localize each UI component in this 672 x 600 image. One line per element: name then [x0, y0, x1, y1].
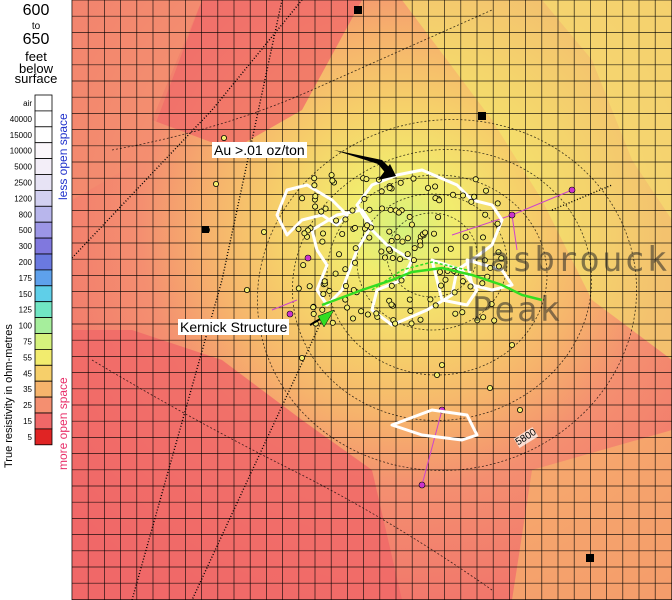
scale-label: 1200 [14, 194, 32, 203]
scale-swatch [34, 285, 53, 303]
scale-swatch [34, 269, 53, 287]
scale-swatch [34, 317, 53, 334]
scale-swatch [34, 396, 53, 414]
scale-label: 35 [23, 385, 32, 394]
resistivity-scale: air 40000 15000 10000 5000 2500 1200 800 500 300 2… [10, 94, 53, 446]
scale-swatch [34, 221, 53, 239]
scale-swatch [34, 94, 53, 112]
scale-label: 125 [19, 306, 33, 315]
scale-label: 10000 [10, 147, 33, 156]
scale-label: 300 [19, 242, 33, 251]
scale-label: 45 [23, 369, 32, 378]
scale-label: 200 [19, 258, 33, 267]
scale-swatch [34, 237, 53, 255]
scale-swatch [34, 428, 53, 446]
scale-label: 800 [19, 210, 33, 219]
scale-swatch [34, 142, 53, 159]
more-open-space-label: more open space [56, 377, 70, 470]
resistivity-axis-title: True resistivity in ohm-metres [3, 324, 15, 468]
scale-swatch [34, 253, 53, 271]
scale-label: 5000 [14, 163, 32, 172]
scale-label: 150 [19, 290, 33, 299]
scale-label: 25 [23, 401, 32, 410]
scale-label: 55 [23, 353, 32, 362]
scale-swatch [34, 126, 53, 144]
gold-annotation: Au >.01 oz/ton [212, 142, 307, 158]
scale-label: 5 [28, 433, 33, 442]
peak-name-line1: Hasbrouck [467, 240, 670, 280]
scale-label: 2500 [14, 178, 32, 187]
scale-label: 100 [19, 322, 33, 331]
scale-label: 500 [19, 226, 33, 235]
scale-swatch [34, 301, 53, 319]
scale-swatch [34, 412, 53, 430]
scale-swatch [34, 189, 53, 207]
scale-swatch [34, 380, 53, 398]
map-canvas [72, 0, 672, 600]
scale-swatch [34, 174, 53, 191]
scale-label: 15 [23, 417, 32, 426]
resistivity-map: Hasbrouck Peak Au >.01 oz/ton Kernick St… [72, 0, 672, 600]
figure-root: 600 to 650 feet below surface air 40000 15… [0, 0, 672, 600]
legend-panel: 600 to 650 feet below surface air 40000 15… [0, 0, 72, 600]
less-open-space-label: less open space [56, 113, 70, 200]
scale-swatch [34, 333, 53, 350]
scale-label: 75 [23, 337, 32, 346]
scale-label: 15000 [10, 131, 33, 140]
peak-name-line2: Peak [472, 290, 562, 330]
scale-swatch [34, 205, 53, 223]
scale-swatch [34, 364, 53, 382]
scale-label: air [23, 99, 32, 108]
scale-swatch [34, 348, 53, 366]
kernick-annotation: Kernick Structure [178, 319, 290, 335]
scale-swatch [34, 110, 53, 128]
scale-label: 40000 [10, 115, 33, 124]
scale-swatch [34, 158, 53, 175]
scale-label: 175 [19, 274, 33, 283]
